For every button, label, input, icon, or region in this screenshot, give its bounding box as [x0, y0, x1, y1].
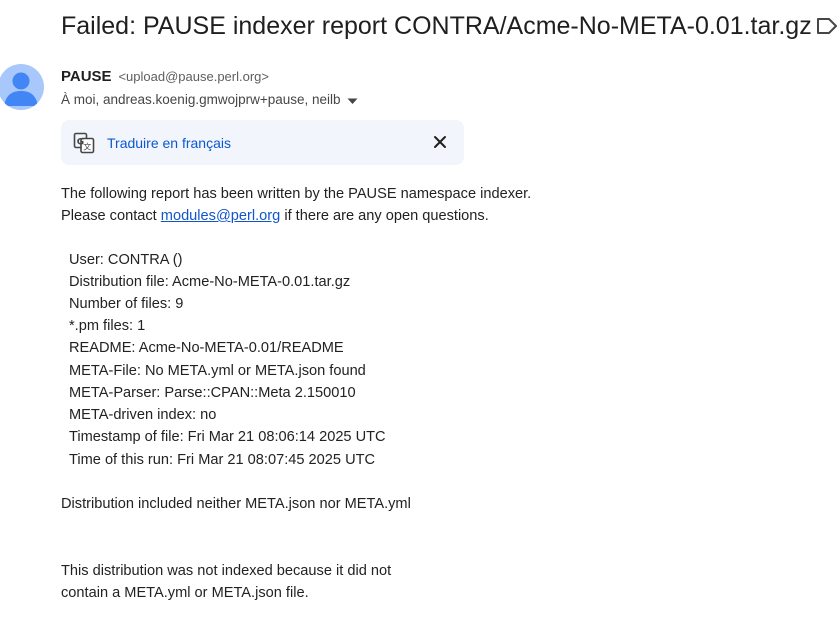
- sender-line: PAUSE <upload@pause.perl.org>: [61, 66, 269, 87]
- intro-line-2-after: if there are any open questions.: [280, 208, 489, 224]
- intro-line-1: The following report has been written by…: [61, 186, 532, 202]
- report-line-meta-parser: META-Parser: Parse::CPAN::Meta 2.150010: [69, 385, 356, 401]
- report-line-run-time: Time of this run: Fri Mar 21 08:07:45 20…: [69, 452, 376, 468]
- label-icon[interactable]: [815, 14, 837, 38]
- report-line-meta-file: META-File: No META.yml or META.json foun…: [69, 363, 366, 379]
- email-subject: Failed: PAUSE indexer report CONTRA/Acme…: [61, 12, 812, 40]
- report-line-pm-files: *.pm files: 1: [69, 318, 146, 334]
- report-line-user: User: CONTRA (): [69, 252, 183, 268]
- intro-line-2-before: Please contact: [61, 208, 161, 224]
- recipients-text: À moi, andreas.koenig.gmwojprw+pause, ne…: [61, 92, 341, 107]
- close-icon[interactable]: [431, 133, 449, 156]
- closing-line-1: This distribution was not indexed becaus…: [61, 563, 392, 579]
- translate-icon: G 文: [73, 132, 95, 159]
- report-line-distribution-file: Distribution file: Acme-No-META-0.01.tar…: [69, 274, 351, 290]
- svg-text:文: 文: [83, 142, 91, 152]
- summary-line: Distribution included neither META.json …: [61, 496, 411, 512]
- report-line-timestamp: Timestamp of file: Fri Mar 21 08:06:14 2…: [69, 429, 386, 445]
- translate-bar: G 文 Traduire en français: [61, 120, 464, 165]
- closing-line-2: contain a META.yml or META.json file.: [61, 585, 309, 601]
- intro-line-2: Please contact modules@perl.org if there…: [61, 205, 489, 227]
- sender-email: <upload@pause.perl.org>: [118, 69, 269, 84]
- modules-email-link[interactable]: modules@perl.org: [161, 208, 280, 224]
- translate-link[interactable]: Traduire en français: [107, 133, 231, 153]
- report-line-readme: README: Acme-No-META-0.01/README: [69, 340, 344, 356]
- recipient-details-caret-icon[interactable]: [347, 91, 358, 111]
- avatar[interactable]: [0, 64, 44, 110]
- report-line-meta-driven-index: META-driven index: no: [69, 407, 217, 423]
- report-line-number-of-files: Number of files: 9: [69, 296, 184, 312]
- sender-name[interactable]: PAUSE: [61, 68, 112, 85]
- recipients-line: À moi, andreas.koenig.gmwojprw+pause, ne…: [61, 89, 358, 111]
